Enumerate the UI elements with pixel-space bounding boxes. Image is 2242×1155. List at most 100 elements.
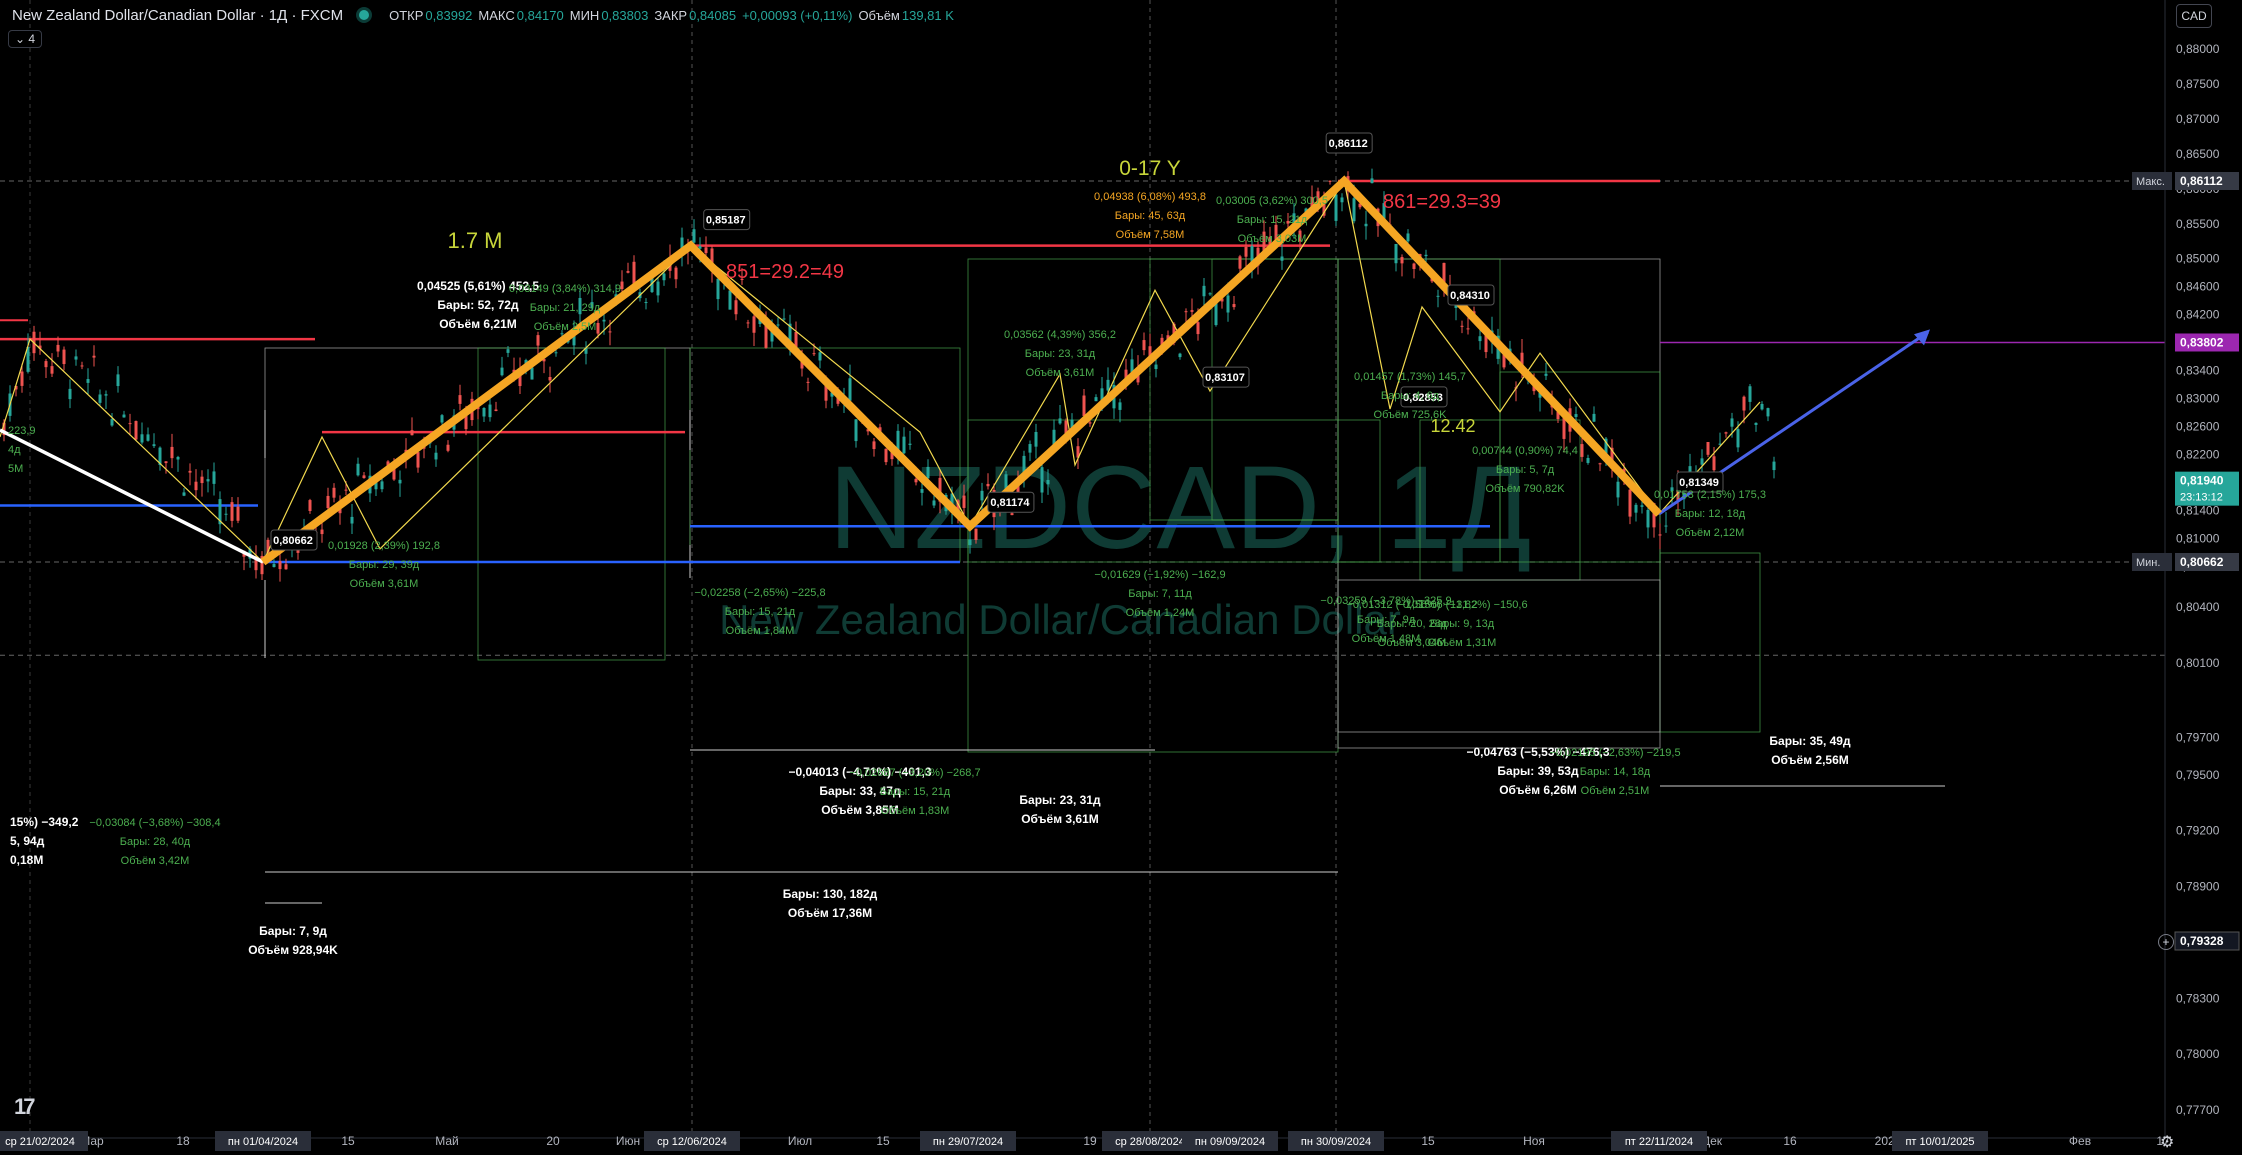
measurement-label: Бары: 21, 29д — [530, 302, 601, 314]
candle-body — [932, 500, 936, 506]
candle-body — [194, 481, 198, 491]
measurement-label: Бары: 23, 31д — [1025, 348, 1096, 360]
candle-body — [848, 378, 852, 401]
volume-value: 139,81 K — [901, 7, 954, 23]
candle-body — [902, 436, 906, 454]
candle-body — [80, 365, 84, 367]
volume-label: Объём — [858, 7, 900, 23]
candle-body — [872, 441, 876, 450]
currency-button[interactable]: CAD — [2176, 4, 2212, 28]
measurement-label: Объём 1,83M — [881, 805, 950, 817]
measurement-label: Объём 1,31M — [1428, 637, 1497, 649]
candle-body — [716, 278, 720, 300]
candle-body — [1460, 325, 1464, 327]
add-alert-plus-icon[interactable]: + — [2158, 934, 2174, 950]
time-tick-label: Фев — [2069, 1134, 2091, 1148]
candle-body — [1574, 414, 1578, 417]
measurement-label: −0,02258 (−2,65%) −225,8 — [694, 587, 825, 599]
price-badge-value: 0,80662 — [2180, 555, 2224, 569]
candle-body — [98, 394, 102, 403]
indicators-collapse-button[interactable]: ⌄ 4 — [8, 30, 43, 48]
measurement-label: Бары: 29, 39д — [349, 559, 420, 571]
time-highlight-label: пн 01/04/2024 — [228, 1136, 298, 1148]
price-tick-label: 0,86500 — [2176, 147, 2220, 161]
measurement-label: Объём 17,36M — [788, 906, 872, 920]
candle-body — [362, 475, 366, 479]
measurement-label: Бары: 23, 31д — [1019, 793, 1101, 807]
time-tick-label: Ноя — [1523, 1134, 1545, 1148]
candle-body — [284, 564, 288, 570]
close-value: 0,84085 — [689, 7, 737, 23]
candle-body — [182, 492, 186, 496]
measure-box — [1659, 552, 1761, 733]
price-tick-label: 0,88000 — [2176, 42, 2220, 56]
price-tick-label: 0,83000 — [2176, 392, 2220, 406]
candle-body — [230, 502, 234, 521]
candle-body — [1592, 413, 1596, 422]
candle-body — [908, 443, 912, 445]
candle-body — [56, 344, 60, 352]
time-highlight-label: пт 22/11/2024 — [1625, 1136, 1693, 1148]
chart-annotation: 1.7 M — [447, 228, 502, 253]
measurement-label: −0,02195 (−2,63%) −219,5 — [1549, 747, 1680, 759]
candle-body — [548, 377, 552, 381]
candle-body — [1634, 504, 1638, 513]
tradingview-logo-icon[interactable]: 17 — [14, 1094, 36, 1120]
pivot-label: 0,83107 — [1205, 372, 1245, 384]
candle-body — [704, 247, 708, 254]
candle-body — [440, 415, 444, 423]
candle-body — [1334, 194, 1338, 221]
candle-body — [644, 302, 648, 304]
candle-body — [1736, 429, 1740, 448]
price-tick-label: 0,83400 — [2176, 364, 2220, 378]
candle-body — [1010, 513, 1014, 516]
measurement-label: Бары: 130, 182д — [783, 887, 878, 901]
candle-body — [1664, 525, 1668, 527]
candle-body — [1628, 489, 1632, 517]
market-status-icon[interactable] — [359, 10, 370, 20]
measurement-label: 0,03005 (3,62%) 300,5 — [1216, 195, 1328, 207]
candle-body — [536, 335, 540, 346]
measurement-label: Объём 2,5M — [534, 321, 597, 333]
measurement-label: Объём 2,56M — [1771, 753, 1849, 767]
candle-body — [1040, 467, 1044, 493]
pivot-label: 0,84310 — [1450, 290, 1490, 302]
measurement-label: Объём 2,12M — [1676, 527, 1745, 539]
chart-annotation: 0-17 Y — [1119, 157, 1181, 180]
candle-body — [50, 366, 54, 374]
candle-body — [152, 444, 156, 447]
candle-body — [1154, 364, 1158, 370]
price-tick-label: 0,81000 — [2176, 531, 2220, 545]
candle-body — [554, 352, 558, 354]
candle-body — [1412, 263, 1416, 269]
open-value: 0,83992 — [425, 7, 473, 23]
candle-body — [1706, 441, 1710, 455]
measurement-label: Бары: 45, 63д — [1115, 210, 1186, 222]
symbol-title[interactable]: New Zealand Dollar/Canadian Dollar · 1Д … — [12, 7, 343, 24]
measurement-label: −0,01506 (−1,82%) −150,6 — [1396, 599, 1527, 611]
candle-body — [416, 452, 420, 468]
candle-body — [1658, 534, 1662, 536]
candle-body — [602, 319, 606, 322]
candle-body — [20, 371, 24, 386]
candle-body — [1232, 304, 1236, 308]
candle-body — [86, 379, 90, 383]
time-highlight-label: ср 28/08/2024 — [1115, 1136, 1185, 1148]
candle-body — [560, 333, 564, 335]
candle-body — [506, 349, 510, 353]
measurement-label: 15%) −349,2 — [10, 815, 79, 829]
candle-body — [74, 356, 78, 360]
candle-body — [776, 324, 780, 326]
measurement-label: 5M — [8, 463, 23, 475]
candle-body — [1712, 456, 1716, 471]
gear-icon[interactable]: ⚙ — [2160, 1132, 2174, 1152]
candle-body — [818, 352, 822, 361]
price-tick-label: 0,80400 — [2176, 600, 2220, 614]
chart-annotation: 861=29.3=39 — [1383, 191, 1501, 213]
candle-body — [1760, 403, 1764, 410]
candle-body — [44, 361, 48, 368]
candle-body — [854, 419, 858, 442]
measurement-label: Бары: 7, 11д — [1128, 588, 1192, 600]
measurement-label: Бары: 35, 49д — [1769, 734, 1851, 748]
price-chart[interactable]: NZDCAD, 1ДNew Zealand Dollar/Canadian Do… — [0, 0, 2242, 1155]
